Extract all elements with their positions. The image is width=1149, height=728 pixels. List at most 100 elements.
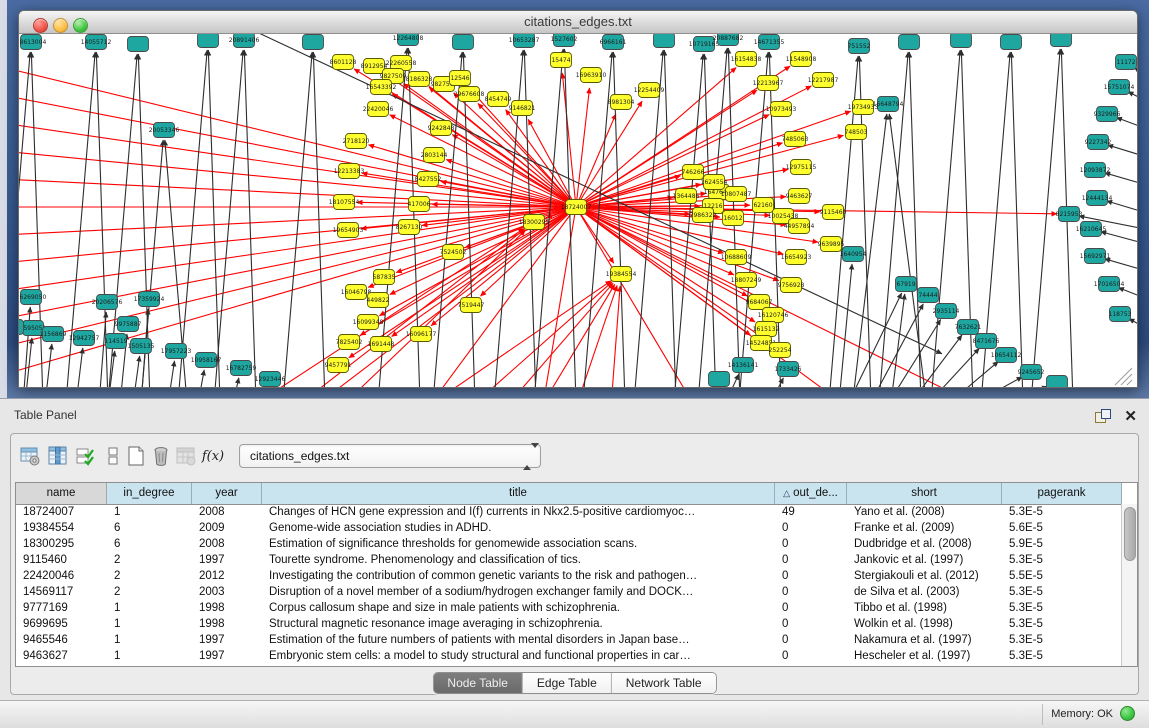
cell-pagerank[interactable]: 5.3E-5 — [1002, 632, 1122, 648]
cell-title[interactable]: Disruption of a novel member of a sodium… — [262, 584, 775, 600]
tab-network-table[interactable]: Network Table — [612, 673, 716, 693]
cell-title[interactable]: Genome-wide association studies in ADHD. — [262, 520, 775, 536]
memory-status[interactable]: Memory: OK — [1051, 706, 1135, 721]
cell-out_degree[interactable]: 0 — [775, 536, 847, 552]
tab-node-table[interactable]: Node Table — [433, 673, 523, 693]
graph-edge[interactable] — [19, 57, 576, 207]
graph-node[interactable] — [198, 34, 219, 48]
cell-out_degree[interactable]: 0 — [775, 568, 847, 584]
graph-edge[interactable] — [178, 50, 207, 387]
graph-edge[interactable] — [961, 50, 973, 387]
cell-title[interactable]: Structural magnetic resonance image aver… — [262, 616, 775, 632]
column-header-short[interactable]: short — [847, 483, 1002, 504]
graph-edge[interactable] — [1011, 52, 1023, 387]
cell-in_degree[interactable]: 1 — [107, 504, 192, 520]
graph-edge[interactable] — [1105, 173, 1137, 186]
cell-out_degree[interactable]: 49 — [775, 504, 847, 520]
cell-year[interactable]: 1997 — [192, 552, 262, 568]
graph-edge[interactable] — [999, 386, 1048, 387]
graph-node[interactable] — [453, 35, 474, 50]
column-header-in-degree[interactable]: in_degree — [107, 483, 192, 504]
network-canvas[interactable]: 1861300414055712208914061226480810653287… — [19, 34, 1137, 387]
graph-edge[interactable] — [471, 282, 612, 387]
cell-short[interactable]: Wolkin et al. (1998) — [847, 616, 1002, 632]
graph-node[interactable] — [1051, 34, 1072, 47]
graph-edge[interactable] — [198, 370, 204, 387]
cell-year[interactable]: 2009 — [192, 520, 262, 536]
cell-name[interactable]: 9777169 — [16, 600, 107, 616]
graph-edge[interactable] — [23, 307, 30, 387]
graph-node[interactable] — [19, 320, 24, 335]
table-row[interactable]: 977716911998Corpus callosum shape and si… — [16, 600, 1122, 616]
graph-node[interactable] — [303, 35, 324, 50]
unselect-rows-icon[interactable] — [101, 444, 125, 468]
graph-edge[interactable] — [891, 294, 905, 387]
cell-in_degree[interactable]: 1 — [107, 616, 192, 632]
graph-edge[interactable] — [1101, 232, 1137, 245]
graph-edge[interactable] — [133, 356, 140, 387]
graph-edge[interactable] — [889, 114, 926, 387]
cell-name[interactable]: 9699695 — [16, 616, 107, 632]
cell-in_degree[interactable]: 1 — [107, 648, 192, 664]
cell-in_degree[interactable]: 6 — [107, 520, 192, 536]
graph-edge[interactable] — [452, 135, 576, 207]
graph-edge[interactable] — [973, 377, 1022, 387]
table-settings-icon[interactable] — [18, 444, 42, 468]
cell-in_degree[interactable]: 1 — [107, 600, 192, 616]
graph-node[interactable] — [1047, 376, 1068, 388]
function-builder-icon[interactable]: f(x) — [201, 444, 225, 468]
cell-out_degree[interactable]: 0 — [775, 648, 847, 664]
cell-pagerank[interactable]: 5.5E-5 — [1002, 568, 1122, 584]
cell-short[interactable]: Hescheler et al. (1997) — [847, 648, 1002, 664]
column-header-pagerank[interactable]: pagerank — [1002, 483, 1122, 504]
cell-out_degree[interactable]: 0 — [775, 520, 847, 536]
cell-out_degree[interactable]: 0 — [775, 632, 847, 648]
graph-edge[interactable] — [1116, 117, 1137, 130]
cell-pagerank[interactable]: 5.9E-5 — [1002, 536, 1122, 552]
column-header-year[interactable]: year — [192, 483, 262, 504]
tab-edge-table[interactable]: Edge Table — [523, 673, 612, 693]
graph-edge[interactable] — [1105, 259, 1137, 272]
cell-title[interactable]: Corpus callosum shape and size in male p… — [262, 600, 775, 616]
graph-node[interactable] — [709, 372, 730, 387]
cell-year[interactable]: 2012 — [192, 568, 262, 584]
cell-year[interactable]: 2008 — [192, 536, 262, 552]
select-all-rows-icon[interactable] — [73, 444, 97, 468]
graph-edge[interactable] — [168, 361, 175, 387]
cell-year[interactable]: 1998 — [192, 600, 262, 616]
graph-node[interactable] — [899, 35, 920, 50]
graph-edge[interactable] — [233, 378, 239, 387]
cell-pagerank[interactable]: 5.3E-5 — [1002, 504, 1122, 520]
cell-title[interactable]: Changes of HCN gene expression and I(f) … — [262, 504, 775, 520]
cell-name[interactable]: 18724007 — [16, 504, 107, 520]
graph-node[interactable] — [128, 37, 149, 52]
vertical-scrollbar[interactable] — [1121, 504, 1137, 666]
graph-edge[interactable] — [909, 52, 921, 387]
cell-year[interactable]: 2003 — [192, 584, 262, 600]
cell-title[interactable]: Investigating the contribution of common… — [262, 568, 775, 584]
cell-in_degree[interactable]: 6 — [107, 536, 192, 552]
graph-edge[interactable] — [1107, 201, 1137, 214]
cell-short[interactable]: Jankovic et al. (1997) — [847, 552, 1002, 568]
cell-title[interactable]: Tourette syndrome. Phenomenology and cla… — [262, 552, 775, 568]
close-panel-icon[interactable]: ✕ — [1124, 407, 1137, 425]
scrollbar-thumb[interactable] — [1124, 507, 1136, 561]
cell-pagerank[interactable]: 5.6E-5 — [1002, 520, 1122, 536]
graph-node[interactable] — [654, 34, 675, 48]
graph-edge[interactable] — [446, 281, 611, 387]
graph-edge[interactable] — [45, 344, 52, 387]
table-row[interactable]: 1456911722003Disruption of a novel membe… — [16, 584, 1122, 600]
float-window-icon[interactable] — [1095, 409, 1111, 425]
cell-name[interactable]: 9115460 — [16, 552, 107, 568]
cell-short[interactable]: Yano et al. (2008) — [847, 504, 1002, 520]
window-resize-grip[interactable] — [1115, 368, 1132, 385]
table-row[interactable]: 946362711997Embryonic stem cells: a mode… — [16, 648, 1122, 664]
cell-pagerank[interactable]: 5.3E-5 — [1002, 648, 1122, 664]
cell-name[interactable]: 18300295 — [16, 536, 107, 552]
table-row[interactable]: 1830029562008Estimation of significance … — [16, 536, 1122, 552]
cell-year[interactable]: 1997 — [192, 632, 262, 648]
cell-name[interactable]: 9465546 — [16, 632, 107, 648]
column-header-out-de-[interactable]: △out_de... — [775, 483, 847, 504]
cell-out_degree[interactable]: 0 — [775, 584, 847, 600]
graph-edge[interactable] — [576, 207, 779, 281]
